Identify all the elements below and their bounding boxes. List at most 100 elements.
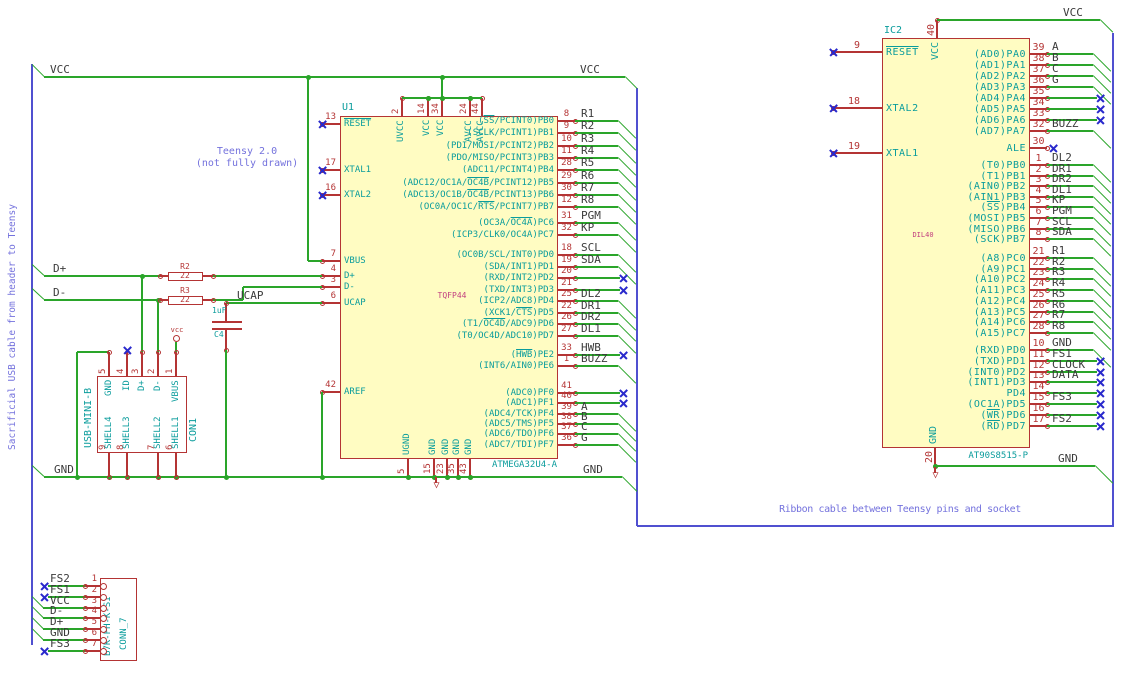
net-label: G: [1052, 73, 1059, 86]
pin-number: 22: [561, 301, 572, 311]
pin-name: (AD7)PA7: [973, 125, 1026, 137]
pin-name: AREF: [344, 387, 366, 397]
wire: [307, 77, 309, 261]
pin: [833, 107, 882, 109]
pin-number: 34: [431, 103, 441, 114]
net-label-vcc: VCC: [580, 63, 600, 76]
pin-name: (AD4)PA4: [973, 92, 1026, 104]
pin: [108, 453, 110, 477]
bus-entry: [31, 617, 44, 630]
pin-name: AVCC: [463, 119, 474, 142]
pin-name: (OC0A/OC1C/RTS/PCINT7)PB7: [418, 202, 554, 212]
pin-number: 16: [1032, 403, 1045, 414]
pin-number: 32: [1032, 119, 1045, 130]
pin: [126, 352, 128, 376]
pin-name: D+: [344, 271, 355, 281]
pin-name: (ADC12/OC1A/OC4B/PCINT12)PB5: [402, 178, 554, 188]
pin-number: 7: [330, 249, 336, 259]
pin-name: (XCK1/CTS)PD5: [483, 308, 554, 318]
pin-name: GND: [104, 379, 114, 397]
pin-name: (PDI/MOSI/PCINT2)PB2: [445, 141, 554, 151]
pin-number: 5: [1035, 195, 1042, 206]
bus-entry: [617, 423, 637, 443]
pin-number: 21: [1032, 246, 1045, 257]
pin: [322, 286, 340, 288]
bus-entry: [1092, 53, 1112, 73]
net-label: R8: [1052, 319, 1066, 332]
bus-entry: [1092, 130, 1112, 150]
pin-number: 5: [91, 617, 97, 627]
pin-number: 2: [147, 368, 157, 374]
pin-name: SHELL3: [122, 416, 132, 449]
pin: [322, 260, 340, 262]
pin-end: [173, 474, 179, 480]
pin: [160, 299, 168, 301]
note-teensy-line2: (not fully drawn): [195, 158, 299, 169]
bus-entry: [1092, 278, 1112, 298]
pin-number: 17: [1032, 414, 1045, 425]
wire: [575, 234, 618, 236]
pin-end: [155, 349, 161, 355]
pin-number: 12: [561, 195, 572, 205]
pin-number: 5: [98, 368, 108, 374]
wire: [157, 300, 159, 352]
pin-number: 26: [561, 312, 572, 322]
pin: [108, 352, 110, 376]
pin-number: 34: [1032, 97, 1045, 108]
pin-number: 21: [561, 278, 572, 288]
wire: [76, 352, 78, 477]
pin-number: 40: [926, 23, 937, 36]
pin-number: 1: [91, 574, 97, 584]
pin-name: XTAL1: [886, 147, 919, 159]
net-label: BUZZ: [1052, 117, 1079, 130]
pin-name: (AIN0)PB2: [967, 180, 1026, 192]
net-label: SDA: [1052, 225, 1072, 238]
bus-entry: [1094, 465, 1114, 485]
pin-number: 38: [561, 412, 572, 422]
wire: [1047, 425, 1097, 427]
net-label-dplus: D+: [53, 262, 67, 275]
pin-number: 2: [391, 108, 401, 114]
pin-number: 1: [1035, 153, 1042, 164]
pin-number: 24: [1032, 278, 1045, 289]
pin-name: (OC3A/OC4A)PC6: [478, 218, 554, 228]
gnd-symbol-icon: ▽: [433, 480, 440, 491]
wire: [1047, 86, 1093, 88]
bus-line: [1111, 33, 1115, 527]
pin-name: SHELL4: [104, 416, 114, 449]
net-label: G: [581, 431, 588, 444]
ic2-package: DIL40: [912, 231, 934, 239]
pin-name: UVCC: [395, 119, 406, 142]
pin-name: (AD2)PA2: [973, 70, 1026, 82]
pin-name: (A12)PC4: [973, 295, 1026, 307]
pin-name: GND: [427, 438, 438, 455]
pin-number: 25: [561, 289, 572, 299]
pin-number: 37: [561, 422, 572, 432]
pin-number: 18: [847, 96, 860, 107]
bus-entry: [1092, 311, 1112, 331]
pin-circle: [99, 614, 107, 622]
pin-number: 40: [561, 391, 572, 401]
bus-entry: [1092, 289, 1112, 309]
pin-number: 13: [1032, 370, 1045, 381]
pin-number: 7: [91, 639, 97, 649]
note-usb-cable: Sacrificial USB cable from header to Tee…: [7, 204, 18, 450]
pin-name: UGND: [401, 433, 412, 455]
pin-name: (ADC0)PF0: [505, 388, 554, 398]
pin-number: 39: [561, 402, 572, 412]
bus-entry: [617, 444, 637, 464]
pin-name: (T0)PB0: [980, 159, 1026, 171]
pin: [160, 275, 168, 277]
pin-name: (TXD/INT3)PD3: [483, 285, 554, 295]
net-label: KP: [581, 221, 595, 234]
pin-number: 37: [1032, 64, 1045, 75]
pin-name: XTAL2: [344, 190, 372, 200]
pin-number: 38: [1032, 53, 1045, 64]
net-label: FS3: [1052, 390, 1072, 403]
junction-dot: [467, 474, 473, 480]
note-ribbon: Ribbon cable between Teensy pins and soc…: [779, 504, 1021, 515]
note-teensy-line1: Teensy 2.0: [216, 146, 278, 157]
pin-circle: [99, 604, 107, 612]
pin-number: 1: [563, 354, 570, 364]
pin: [322, 391, 340, 393]
